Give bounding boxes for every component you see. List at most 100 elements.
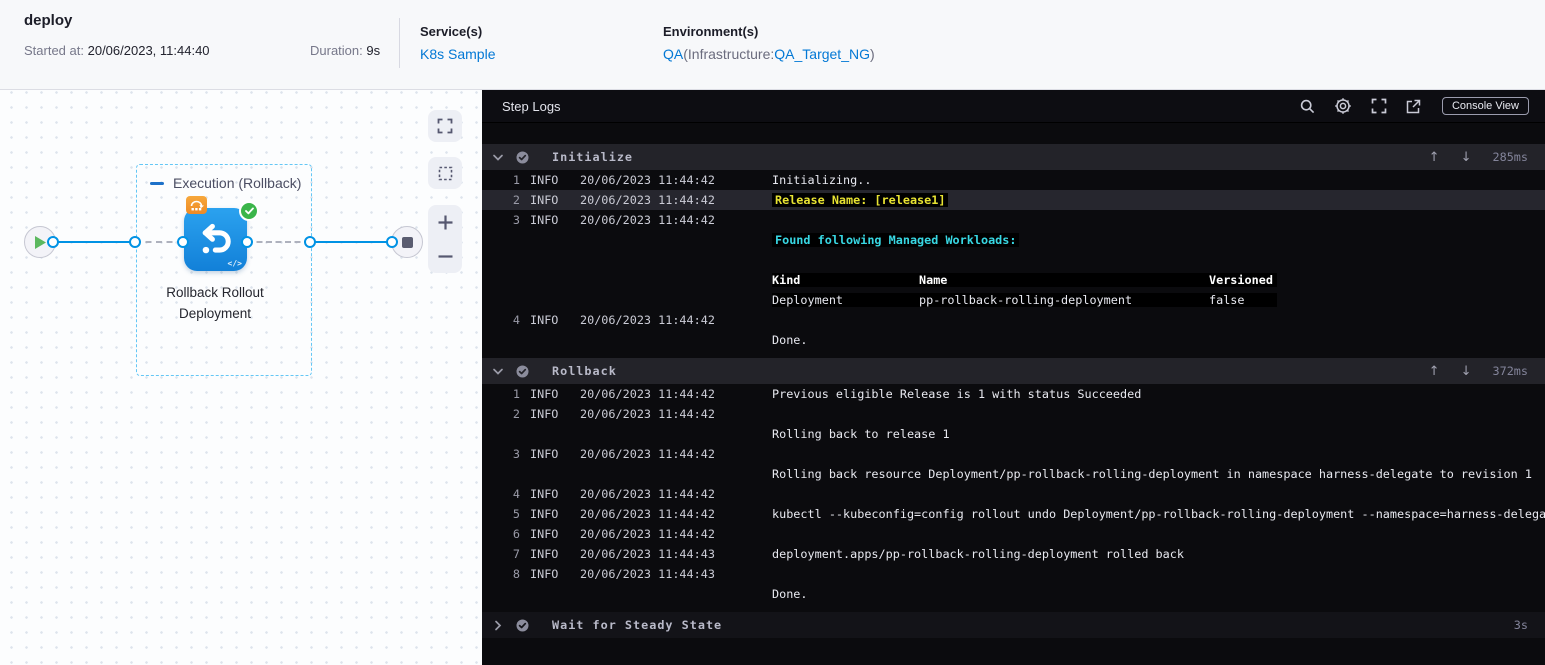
execution-group-label: Execution (Rollback) <box>150 175 301 191</box>
log-row: 4 INFO 20/06/2023 11:44:42 <box>512 313 715 327</box>
fullscreen-icon <box>437 118 453 134</box>
log-section-header-initialize[interactable]: Initialize ↑ ↓ 285ms <box>482 144 1545 170</box>
log-row <box>482 250 1545 270</box>
chevron-right-icon[interactable] <box>492 620 504 631</box>
status-success-icon <box>516 619 529 632</box>
scroll-to-bottom-icon[interactable]: ↓ <box>1461 150 1472 165</box>
section-title: Initialize <box>552 150 634 164</box>
edge-start-to-group <box>53 241 135 243</box>
log-search-button[interactable] <box>1300 99 1315 114</box>
log-row: 6 INFO 20/06/2023 11:44:42 <box>512 527 715 541</box>
execution-header: deploy Started at: 20/06/2023, 11:44:40 … <box>0 0 1545 90</box>
port <box>129 236 141 248</box>
log-row: 1 INFO 20/06/2023 11:44:42 Previous eligibl… <box>512 387 1142 401</box>
port <box>241 236 253 248</box>
duration-label: Duration: <box>310 43 363 58</box>
port <box>386 236 398 248</box>
section-duration: 3s <box>1513 618 1528 632</box>
section-duration: 372ms <box>1492 364 1528 378</box>
log-message: Rolling back resource Deployment/pp-roll… <box>772 467 1532 481</box>
log-row: 5 INFO 20/06/2023 11:44:42 kubectl --kubeco… <box>482 504 1545 524</box>
step-logs-title: Step Logs <box>502 98 561 114</box>
status-success-icon <box>516 365 529 378</box>
section-duration: 285ms <box>1492 150 1528 164</box>
step-logs-header: Step Logs Console View <box>482 90 1545 123</box>
environments-block: Environment(s) QA(Infrastructure:QA_Targ… <box>663 24 875 62</box>
chevron-down-icon[interactable] <box>492 152 504 163</box>
scroll-to-top-icon[interactable]: ↑ <box>1429 150 1440 165</box>
section-title: Wait for Steady State <box>552 618 723 632</box>
step-node-label[interactable]: Rollback Rollout Deployment <box>145 282 285 324</box>
pipeline-execution-page: deploy Started at: 20/06/2023, 11:44:40 … <box>0 0 1545 665</box>
header-divider <box>399 18 400 68</box>
scroll-to-bottom-icon[interactable]: ↓ <box>1461 364 1472 379</box>
log-row: Rolling back resource Deployment/pp-roll… <box>482 464 1545 484</box>
environments-label: Environment(s) <box>663 24 759 39</box>
rollback-step-node[interactable]: </> <box>184 208 247 271</box>
edge-group-to-end <box>310 241 392 243</box>
log-fullscreen-button[interactable] <box>1371 98 1387 114</box>
marquee-select-icon <box>438 166 452 180</box>
stop-icon <box>401 236 413 248</box>
expand-icon <box>1371 98 1387 114</box>
gear-icon <box>1335 98 1351 114</box>
plus-icon <box>438 215 452 229</box>
log-row: 2 INFO 20/06/2023 11:44:42 <box>512 407 715 421</box>
log-spacer <box>482 123 1545 144</box>
external-link-icon <box>1406 99 1421 113</box>
environment-name[interactable]: QA <box>663 46 683 62</box>
log-message: Done. <box>772 333 808 347</box>
log-message: Previous eligible Release is 1 with stat… <box>772 387 1142 401</box>
duration: Duration: 9s <box>310 43 380 58</box>
log-rows-rollback: 1 INFO 20/06/2023 11:44:42 Previous eligibl… <box>482 384 1545 604</box>
step-logs-panel: Step Logs Console View Initialize ↑ ↓ 28… <box>482 90 1545 665</box>
log-row: 3 INFO 20/06/2023 11:44:42 <box>512 447 715 461</box>
log-message: Release Name: [release1] <box>772 193 949 207</box>
pipeline-canvas[interactable]: Execution (Rollback) </> Rollback Rollou… <box>0 90 482 665</box>
infrastructure-suffix: ) <box>869 46 875 62</box>
started-at: Started at: 20/06/2023, 11:44:40 <box>24 43 210 58</box>
zoom-out-button[interactable] <box>428 239 462 273</box>
chevron-down-icon[interactable] <box>492 366 504 377</box>
log-row: 7 INFO 20/06/2023 11:44:43 deployment.apps/… <box>512 547 1184 561</box>
infrastructure-link[interactable]: QA_Target_NG <box>774 46 870 62</box>
rollback-arrow-icon <box>202 223 231 253</box>
log-message: Rolling back to release 1 <box>772 427 950 441</box>
log-row: 8 INFO 20/06/2023 11:44:43 <box>512 567 715 581</box>
section-title: Rollback <box>552 364 617 378</box>
log-row: 4 INFO 20/06/2023 11:44:42 <box>512 487 715 501</box>
scroll-to-top-icon[interactable]: ↑ <box>1429 364 1440 379</box>
canvas-fullscreen-button[interactable] <box>428 110 462 142</box>
log-message: Done. <box>772 587 808 601</box>
search-icon <box>1300 99 1315 113</box>
log-row: Found following Managed Workloads: <box>482 230 1545 250</box>
log-section-header-wait-steady-state[interactable]: Wait for Steady State 3s <box>482 612 1545 638</box>
port <box>177 236 189 248</box>
zoom-in-button[interactable] <box>428 205 462 239</box>
canvas-zoom-controls <box>428 205 462 273</box>
collapse-minus-icon[interactable] <box>150 181 164 185</box>
log-row: 3 INFO 20/06/2023 11:44:42 <box>512 213 715 227</box>
play-icon <box>34 235 46 249</box>
environment-link[interactable]: QA(Infrastructure:QA_Target_NG) <box>663 46 875 62</box>
log-row: Kind Name Versioned <box>482 270 1545 290</box>
log-section-header-rollback[interactable]: Rollback ↑ ↓ 372ms <box>482 358 1545 384</box>
services-block: Service(s) K8s Sample <box>420 24 495 62</box>
console-view-button[interactable]: Console View <box>1441 97 1529 115</box>
log-settings-button[interactable] <box>1334 97 1352 115</box>
code-glyph: </> <box>227 259 242 268</box>
step-logs-toolbar: Console View <box>1300 97 1529 115</box>
status-success-icon <box>516 151 529 164</box>
started-at-label: Started at: <box>24 43 84 58</box>
service-link[interactable]: K8s Sample <box>420 46 495 62</box>
canvas-select-button[interactable] <box>428 157 462 189</box>
log-row: Done. <box>482 584 1545 604</box>
port <box>304 236 316 248</box>
services-label: Service(s) <box>420 24 483 39</box>
open-in-new-tab-button[interactable] <box>1406 99 1421 114</box>
pipeline-title: deploy <box>24 12 73 29</box>
log-message: Found following Managed Workloads: <box>772 233 1020 247</box>
log-message: Initializing.. <box>772 173 872 187</box>
